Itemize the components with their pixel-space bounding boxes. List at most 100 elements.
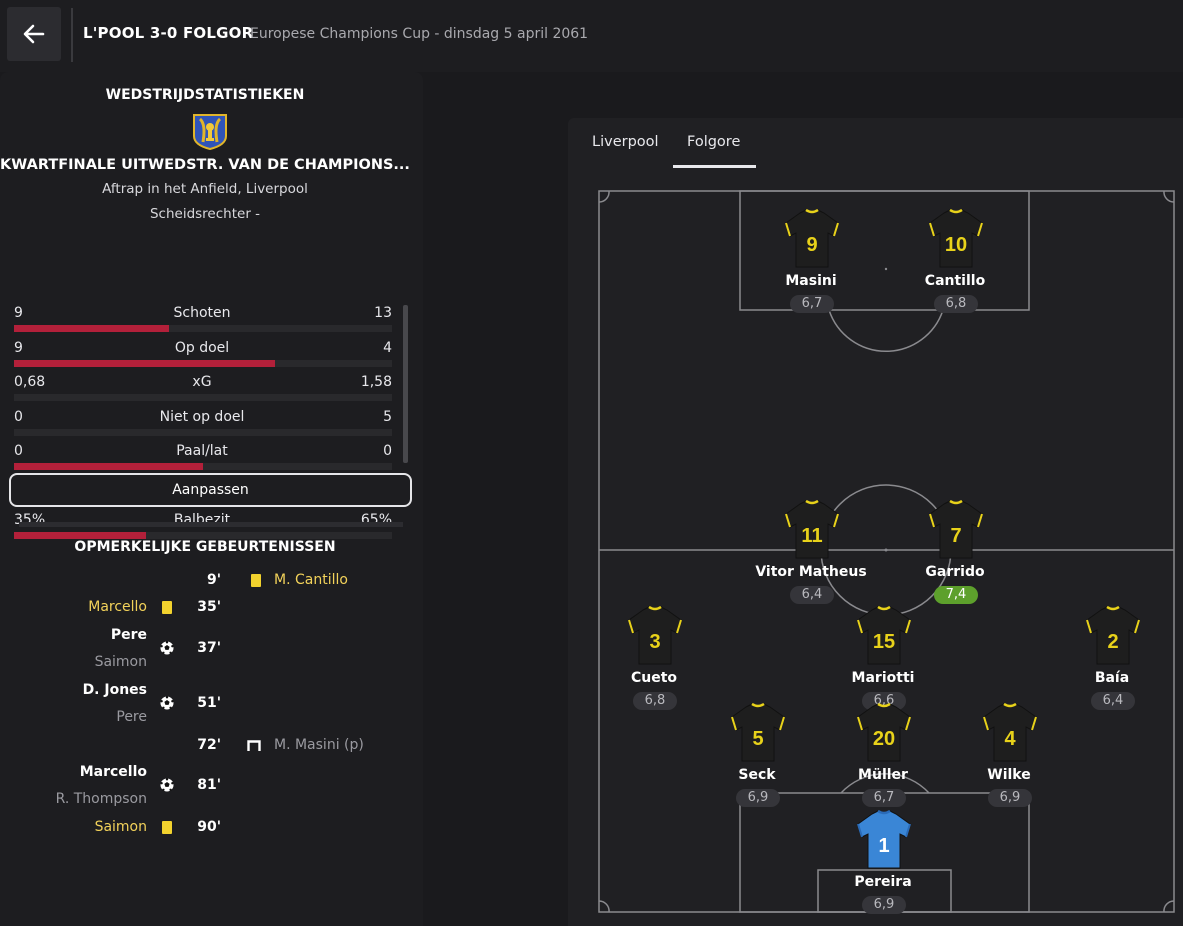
match-score-title: L'POOL 3-0 FOLGOR	[83, 24, 254, 42]
stat-bar-fill	[14, 360, 275, 367]
competition-logo-icon	[193, 114, 227, 150]
yellow-card-icon	[162, 601, 172, 614]
stat-label: xG	[192, 374, 212, 390]
shirt-icon: 3	[628, 606, 682, 665]
events-title: OPMERKELIJKE GEBEURTENISSEN	[74, 539, 336, 555]
event-minute: 9'	[206, 572, 221, 588]
stat-bar-fill	[14, 325, 169, 332]
shirt-number: 5	[752, 728, 763, 750]
stat-away-value: 13	[374, 305, 392, 321]
player-rating: 6,4	[790, 586, 834, 604]
stat-label: Op doel	[174, 340, 230, 356]
player-name: Müller	[858, 767, 908, 783]
arrow-left-icon	[23, 24, 45, 44]
header-divider	[71, 8, 73, 62]
event-player: Pere	[110, 627, 147, 643]
player-name: Cantillo	[924, 273, 986, 289]
referee: Scheidsrechter -	[149, 206, 261, 222]
stat-bar-track	[14, 532, 392, 539]
adjust-button[interactable]: Aanpassen	[9, 473, 412, 507]
event-player: Saimon	[94, 819, 147, 835]
match-subtitle: Europese Champions Cup - dinsdag 5 april…	[250, 26, 589, 42]
player-name: Garrido	[925, 564, 985, 580]
competition-name: KWARTFINALE UITWEDSTR. VAN DE CHAMPIONS.…	[0, 157, 410, 173]
stat-label: Paal/lat	[176, 443, 228, 459]
stat-away-value: 1,58	[360, 374, 392, 390]
stat-away-value: 4	[383, 340, 392, 356]
kickoff-venue: Aftrap in het Anfield, Liverpool	[102, 181, 308, 197]
shirt-icon: 20	[857, 703, 911, 762]
stat-row: 0 Niet op doel 5	[12, 409, 392, 436]
event-player: M. Cantillo	[274, 572, 348, 588]
goal-ball-icon	[160, 696, 174, 710]
shirt-number: 3	[649, 631, 660, 653]
player-name: Pereira	[854, 874, 912, 890]
shirt-icon: 11	[785, 500, 839, 559]
stat-bar-track	[14, 429, 392, 436]
section-divider	[19, 522, 403, 527]
stat-bar-track	[14, 463, 392, 470]
player-rating: 6,7	[790, 295, 834, 313]
shirt-icon: 9	[785, 209, 839, 268]
player-name: Wilke	[987, 767, 1031, 783]
player-rating: 6,7	[862, 789, 906, 807]
shirt-icon: 2	[1086, 606, 1140, 665]
yellow-card-icon	[162, 821, 172, 834]
tab-folgore[interactable]: Folgore	[687, 134, 740, 150]
stat-bar-fill	[14, 532, 147, 539]
player-rating: 7,4	[934, 586, 978, 604]
match-stats-panel: WEDSTRIJDSTATISTIEKEN KWARTFINALE UITWED…	[0, 72, 423, 926]
stat-bar-fill	[14, 463, 203, 470]
shirt-icon: 15	[857, 606, 911, 665]
event-minute: 72'	[197, 737, 221, 753]
player-name: Seck	[738, 767, 776, 783]
event-assist: Pere	[116, 709, 147, 725]
stat-row: 9 Op doel 4	[12, 340, 392, 367]
player-rating: 6,8	[934, 295, 978, 313]
goal-ball-icon	[160, 641, 174, 655]
stat-bar-track	[14, 360, 392, 367]
shirt-icon: 7	[929, 500, 983, 559]
event-player: D. Jones	[82, 682, 147, 698]
event-minute: 90'	[197, 819, 221, 835]
event-assist: Saimon	[94, 654, 147, 670]
event-minute: 37'	[197, 640, 221, 656]
event-player: M. Masini (p)	[274, 737, 364, 753]
shirt-number: 11	[801, 525, 822, 547]
player-name: Masini	[785, 273, 837, 289]
shirt-number: 20	[873, 728, 895, 750]
stat-bar-track	[14, 325, 392, 332]
stats-panel-title: WEDSTRIJDSTATISTIEKEN	[105, 87, 305, 103]
player-rating: 6,4	[1091, 692, 1135, 710]
player-name: Mariotti	[851, 670, 915, 686]
shirt-number: 1	[878, 835, 889, 857]
shirt-icon: 10	[929, 209, 983, 268]
lineup-panel: Liverpool Folgore 9 Masini 6,7 10 Cantillo 6,…	[568, 118, 1183, 926]
tab-liverpool[interactable]: Liverpool	[592, 134, 659, 150]
shirt-number: 4	[1004, 728, 1016, 750]
shirt-icon: 4	[983, 703, 1037, 762]
stat-label: Niet op doel	[159, 409, 245, 425]
stats-scrollbar[interactable]	[403, 305, 408, 463]
shirt-number: 2	[1107, 631, 1118, 653]
active-tab-indicator	[673, 165, 756, 168]
shirt-icon: 5	[731, 703, 785, 762]
match-header: L'POOL 3-0 FOLGOR Europese Champions Cup…	[0, 0, 1183, 72]
event-player: Marcello	[88, 599, 147, 615]
player-name: Vitor Matheus	[755, 564, 867, 580]
player-rating: 6,9	[736, 789, 780, 807]
back-button[interactable]	[7, 7, 61, 61]
stat-bar-track	[14, 394, 392, 401]
stat-away-value: 0	[383, 443, 392, 459]
stat-row: 0 Paal/lat 0	[12, 443, 392, 470]
event-minute: 51'	[197, 695, 221, 711]
shirt-number: 10	[945, 234, 967, 256]
stat-row: 9 Schoten 13	[12, 305, 392, 332]
event-player: Marcello	[79, 764, 147, 780]
player-rating: 6,8	[633, 692, 677, 710]
stat-label: Schoten	[173, 305, 231, 321]
goalpost-icon	[247, 740, 261, 751]
stat-row: 0,68 xG 1,58	[12, 374, 392, 401]
yellow-card-icon	[251, 574, 261, 587]
shirt-number: 9	[806, 234, 817, 256]
